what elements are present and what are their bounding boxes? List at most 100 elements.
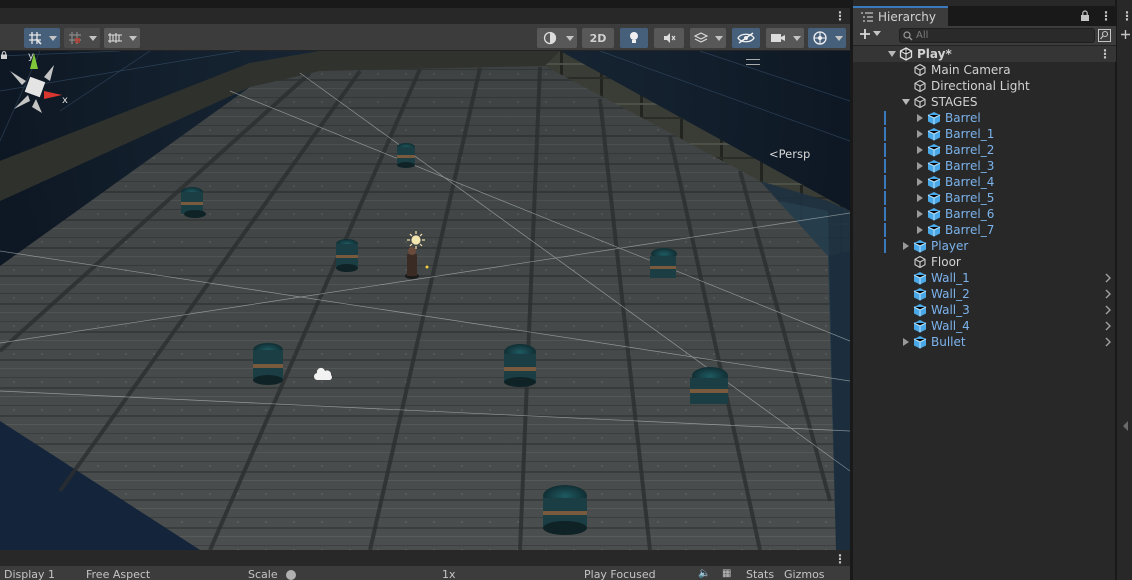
hierarchy-item-barrel-6[interactable]: Barrel_6 [853,206,1116,222]
open-prefab-chevron-icon[interactable] [1104,321,1112,331]
scene-lighting-button[interactable] [620,28,648,48]
hierarchy-item-stages[interactable]: STAGES [853,94,1116,110]
scene-top-strip [0,0,850,8]
lightbulb-icon [630,32,638,43]
open-prefab-chevron-icon[interactable] [1104,273,1112,283]
scene-render [0,51,850,550]
scene-audio-button[interactable] [654,28,684,48]
open-prefab-chevron-icon[interactable] [1104,305,1112,315]
collapse-arrow-icon[interactable] [915,145,925,155]
hierarchy-item-barrel-7[interactable]: Barrel_7 [853,222,1116,238]
collapse-arrow-icon[interactable] [915,113,925,123]
scale-label: Scale [248,568,278,580]
scale-slider-handle[interactable] [286,570,296,580]
prefab-cube-icon [913,288,927,301]
collapse-arrow-icon[interactable] [915,225,925,235]
scene-effects-button[interactable] [690,28,712,48]
display-dropdown[interactable]: Display 1 [4,568,55,580]
hierarchy-item-barrel-5[interactable]: Barrel_5 [853,190,1116,206]
lock-icon[interactable] [1080,10,1090,21]
prefab-override-indicator [884,111,886,125]
plus-icon[interactable] [1121,30,1130,39]
hierarchy-item-barrel-2[interactable]: Barrel_2 [853,142,1116,158]
orientation-gizmo[interactable]: y x [0,51,72,123]
plus-icon [860,29,870,39]
scene-visibility-button[interactable] [732,28,760,48]
grid-visibility-dropdown[interactable] [86,28,100,48]
open-prefab-chevron-icon[interactable] [1104,337,1112,347]
hierarchy-item-wall-2[interactable]: Wall_2 [853,286,1116,302]
gizmos-toggle[interactable]: Gizmos [784,568,825,580]
hierarchy-item-wall-1[interactable]: Wall_1 [853,270,1116,286]
hierarchy-item-floor[interactable]: Floor [853,254,1116,270]
prefab-cube-icon [927,144,941,157]
search-filter-icon[interactable] [1098,29,1111,42]
scene-name: Play* [917,47,952,61]
shading-mode-button[interactable] [537,28,563,48]
scene-panel-menu-icon[interactable]: ⋮ [834,10,846,22]
collapse-arrow-icon[interactable] [901,241,911,251]
effects-layers-icon [694,32,708,43]
mute-audio-icon[interactable]: 🔈 [698,568,710,579]
hierarchy-item-label: Barrel_4 [945,175,995,189]
hierarchy-menu-icon[interactable]: ⋮ [1100,10,1112,22]
chevron-left-icon[interactable] [1123,421,1129,431]
collapse-arrow-icon[interactable] [915,129,925,139]
hierarchy-item-barrel[interactable]: Barrel [853,110,1116,126]
prefab-cube-icon [927,192,941,205]
aspect-dropdown[interactable]: Free Aspect [86,568,150,580]
hierarchy-item-barrel-3[interactable]: Barrel_3 [853,158,1116,174]
hierarchy-item-bullet[interactable]: Bullet [853,334,1116,350]
gizmos-dropdown[interactable] [832,28,846,48]
shading-mode-dropdown[interactable] [563,28,577,48]
game-panel-menu-icon[interactable]: ⋮ [834,553,846,565]
hierarchy-item-label: Wall_4 [931,319,970,333]
expand-arrow-icon[interactable] [887,49,897,59]
hidden-eye-icon [737,32,755,44]
expand-arrow-icon[interactable] [901,97,911,107]
2d-toggle-button[interactable]: 2D [582,28,614,48]
hierarchy-item-player[interactable]: Player [853,238,1116,254]
grid-snapping-button[interactable] [24,28,46,48]
collapse-arrow-icon[interactable] [915,193,925,203]
scene-effects-dropdown[interactable] [712,28,726,48]
hierarchy-item-label: Wall_1 [931,271,970,285]
gizmo-menu-icon[interactable] [746,59,760,65]
hierarchy-item-label: Barrel_2 [945,143,995,157]
projection-label[interactable]: <Persp [769,147,810,161]
scene-camera-button[interactable] [766,28,790,48]
open-prefab-chevron-icon[interactable] [1104,289,1112,299]
create-button[interactable] [859,28,881,40]
shortcuts-icon[interactable]: ▦ [722,568,731,579]
collapse-arrow-icon[interactable] [915,177,925,187]
scene-row-menu-icon[interactable]: ⋮ [1099,48,1111,60]
adjacent-panel-strip: ⋮ [1116,0,1132,580]
increment-snap-dropdown[interactable] [126,28,140,48]
gizmos-button[interactable] [808,28,832,48]
collapse-arrow-icon[interactable] [915,209,925,219]
hierarchy-item-barrel-1[interactable]: Barrel_1 [853,126,1116,142]
hierarchy-item-wall-4[interactable]: Wall_4 [853,318,1116,334]
collapse-arrow-icon[interactable] [901,337,911,347]
prefab-override-indicator [884,223,886,237]
hierarchy-item-wall-3[interactable]: Wall_3 [853,302,1116,318]
search-input[interactable] [916,29,1092,42]
stats-button[interactable]: Stats [746,568,774,580]
audio-mute-icon [664,33,676,43]
scene-viewport[interactable]: y x <Persp [0,51,850,550]
grid-snapping-dropdown[interactable] [46,28,60,48]
hierarchy-panel: Hierarchy ⋮ All Play* ⋮ Main Camera Dire… [852,0,1116,580]
grid-visibility-button[interactable] [64,28,86,48]
play-mode-dropdown[interactable]: Play Focused [584,568,656,580]
scene-camera-dropdown[interactable] [790,28,804,48]
hierarchy-tab[interactable]: Hierarchy [853,6,948,26]
increment-snap-button[interactable] [104,28,126,48]
adjacent-panel-menu-icon[interactable]: ⋮ [1121,10,1132,22]
scene-row[interactable]: Play* ⋮ [853,46,1116,62]
hierarchy-item-main-camera[interactable]: Main Camera [853,62,1116,78]
hierarchy-item-directional-light[interactable]: Directional Light [853,78,1116,94]
prefab-cube-icon [913,320,927,333]
hierarchy-item-barrel-4[interactable]: Barrel_4 [853,174,1116,190]
collapse-arrow-icon[interactable] [915,161,925,171]
search-box[interactable] [899,28,1095,43]
